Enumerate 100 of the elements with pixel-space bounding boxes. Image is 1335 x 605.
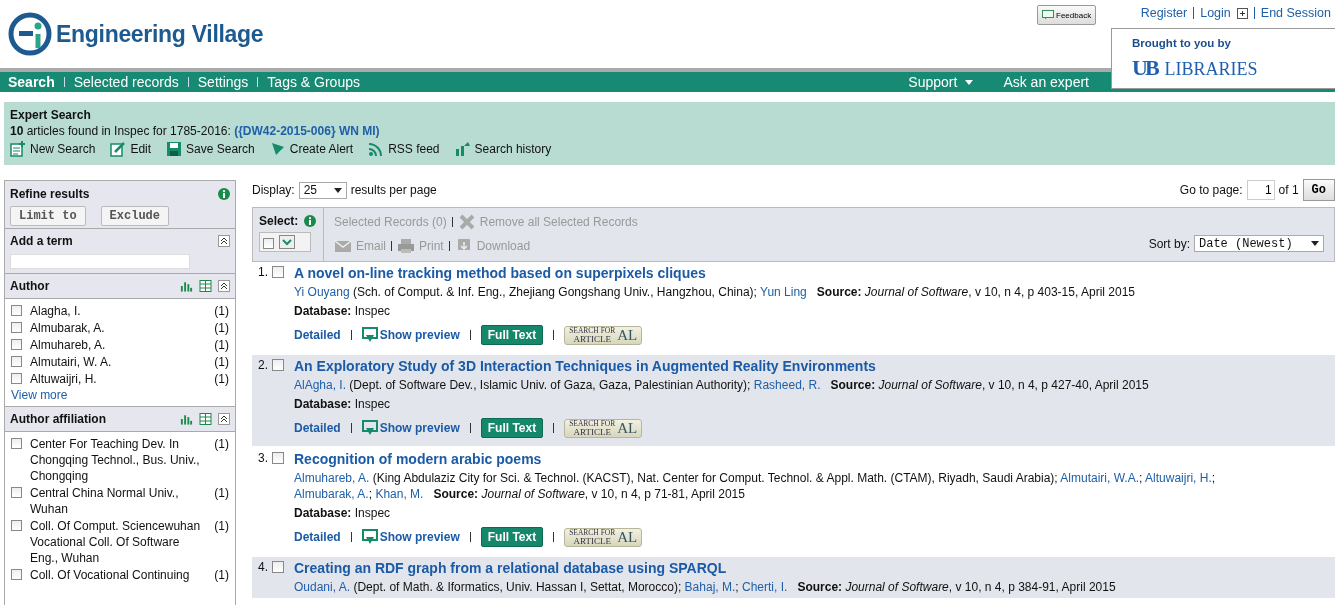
record-checkbox[interactable] <box>272 561 284 573</box>
record-title-link[interactable]: A novel on-line tracking method based on superpixels cliques <box>294 265 1289 281</box>
caret-icon <box>965 79 974 85</box>
facet-checkbox[interactable] <box>11 356 22 367</box>
go-button[interactable]: Go <box>1302 179 1335 201</box>
nav-link[interactable]: Ask an expert <box>1003 74 1089 90</box>
search-action[interactable]: Search history <box>454 141 552 157</box>
display-label: Display: <box>252 183 295 197</box>
nav-link[interactable]: Support <box>908 74 974 90</box>
query-link[interactable]: ({DW42-2015-006} WN MI) <box>234 124 380 138</box>
table-icon[interactable] <box>199 413 212 425</box>
speech-bubble-icon <box>1042 10 1054 20</box>
facet-label: Coll. Of Comput. Sciencewuhan Vocational Coll. Of Software Eng., Wuhan <box>30 518 202 566</box>
full-text-button[interactable]: Full Text <box>480 325 544 345</box>
author-link[interactable]: Rasheed, R. <box>753 378 821 392</box>
user-link[interactable]: Register <box>1140 6 1188 20</box>
author-link[interactable]: Almubarak, A. <box>294 487 369 501</box>
author-link[interactable]: Yi Ouyang <box>294 285 350 299</box>
facet-checkbox[interactable] <box>11 373 22 384</box>
author-link[interactable]: Cherti, I. <box>742 580 788 594</box>
view-more-link[interactable]: View more <box>11 388 229 402</box>
facet-checkbox[interactable] <box>11 339 22 350</box>
detailed-link[interactable]: Detailed <box>294 421 341 435</box>
record-authors-source: Yi Ouyang (Sch. of Comput. & Inf. Eng., Zhejiang Gongshang Univ., Hangzhou, China); Yun Ling Source: Journal of Software, v 10, n 4, p 403-15, April 2015 <box>294 284 1136 300</box>
x-icon <box>457 214 476 230</box>
search-action[interactable]: RSS feed <box>368 141 440 157</box>
author-link[interactable]: Khan, M. <box>375 487 424 501</box>
show-preview-link[interactable]: Show preview <box>361 529 460 545</box>
sort-label: Sort by: <box>1148 236 1190 251</box>
detailed-link[interactable]: Detailed <box>294 530 341 544</box>
facet-checkbox[interactable] <box>11 487 22 498</box>
caret-icon <box>1311 241 1319 246</box>
database-text: Database: Inspec <box>294 506 392 520</box>
facet-title: Author <box>10 279 51 293</box>
user-link[interactable]: Login <box>1200 6 1231 20</box>
sponsor-caption: Brought to you by <box>1132 37 1232 49</box>
preview-icon <box>361 327 378 343</box>
select-all-checkbox[interactable] <box>263 237 274 249</box>
page-size-select[interactable]: 25 <box>298 181 347 199</box>
bar-chart-icon[interactable] <box>180 280 193 292</box>
collapse-icon[interactable] <box>218 280 230 292</box>
author-link[interactable]: Almutairi, W.A. <box>1060 471 1140 485</box>
search-action[interactable]: Create Alert <box>269 141 354 157</box>
author-link[interactable]: Oudani, A. <box>294 580 351 594</box>
show-preview-link[interactable]: Show preview <box>361 327 460 343</box>
facet-count: (1) <box>213 567 229 583</box>
nav-tab[interactable]: Selected records <box>73 74 179 90</box>
facet-checkbox[interactable] <box>11 322 22 333</box>
bar-chart-icon[interactable] <box>180 413 193 425</box>
facet-label: Center For Teaching Dev. In Chongqing Technol., Bus. Univ., Chongqing <box>30 436 201 484</box>
search-action[interactable]: Save Search <box>166 141 255 157</box>
envelope-icon <box>334 238 352 254</box>
facet-label: Coll. Of Vocational Continuing <box>30 567 191 583</box>
feedback-button[interactable]: Feedback <box>1037 5 1097 25</box>
nav-tab[interactable]: Settings <box>197 74 249 90</box>
display-suffix: results per page <box>350 183 437 197</box>
user-link[interactable]: End Session <box>1260 6 1331 20</box>
full-text-button[interactable]: Full Text <box>480 418 544 438</box>
search-action[interactable]: Edit <box>110 141 152 157</box>
database-text: Database: Inspec <box>294 397 392 411</box>
dropdown-icon[interactable] <box>279 235 295 249</box>
facet-count: (1) <box>213 518 229 534</box>
collapse-icon[interactable] <box>218 413 230 425</box>
detailed-link[interactable]: Detailed <box>294 328 341 342</box>
nav-tab[interactable]: Search <box>8 74 55 90</box>
refine-button[interactable]: Exclude <box>100 206 170 226</box>
author-link[interactable]: Yun Ling <box>760 285 807 299</box>
nav-tab[interactable]: Tags & Groups <box>267 74 360 90</box>
record-title-link[interactable]: Creating an RDF graph from a relational database using SPARQL <box>294 560 1289 576</box>
info-icon[interactable] <box>218 188 230 200</box>
facet-checkbox[interactable] <box>11 569 22 580</box>
record-checkbox[interactable] <box>272 452 284 464</box>
record-title-link[interactable]: An Exploratory Study of 3D Interaction Techniques in Augmented Reality Environments <box>294 358 1289 374</box>
author-link[interactable]: AlAgha, I. <box>294 378 347 392</box>
printer-icon <box>397 238 415 254</box>
full-text-button[interactable]: Full Text <box>480 527 544 547</box>
record-title-link[interactable]: Recognition of modern arabic poems <box>294 451 1289 467</box>
facet-checkbox[interactable] <box>11 305 22 316</box>
table-icon[interactable] <box>199 280 212 292</box>
page-total: of 1 <box>1278 183 1299 197</box>
author-link[interactable]: Almuhareb, A. <box>294 471 370 485</box>
facet-checkbox[interactable] <box>11 438 22 449</box>
record-authors-source: Almuhareb, A. (King Abdulaziz City for Sci. & Technol. (KACST), Nat. Center for Comput. Technol. & Appl. Math. (CTAM), Riyadh, Saudi Arabia); Almutairi, W.A.; Altuwaijri, H.; Almubarak, A.; Khan, M. Source: Journal of Software, v 10, n 4, p 71-81, April 2015 <box>294 470 1217 502</box>
facet-label: Alagha, I. <box>30 303 82 319</box>
search-action[interactable]: New Search <box>10 141 96 157</box>
record-checkbox[interactable] <box>272 266 284 278</box>
facet-checkbox[interactable] <box>11 520 22 531</box>
show-preview-link[interactable]: Show preview <box>361 420 460 436</box>
expand-icon[interactable] <box>1236 7 1248 19</box>
sort-select[interactable]: Date (Newest) <box>1194 235 1324 252</box>
select-all-control[interactable] <box>259 232 311 252</box>
record-checkbox[interactable] <box>272 359 284 371</box>
refine-button[interactable]: Limit to <box>10 206 86 226</box>
term-input[interactable] <box>10 254 190 269</box>
page-input[interactable]: 1 <box>1246 180 1275 200</box>
collapse-icon[interactable] <box>218 235 230 247</box>
author-link[interactable]: Altuwaijri, H. <box>1145 471 1212 485</box>
info-icon[interactable] <box>304 215 317 227</box>
record-number: 2. <box>258 358 268 374</box>
facet-count: (1) <box>213 436 229 452</box>
